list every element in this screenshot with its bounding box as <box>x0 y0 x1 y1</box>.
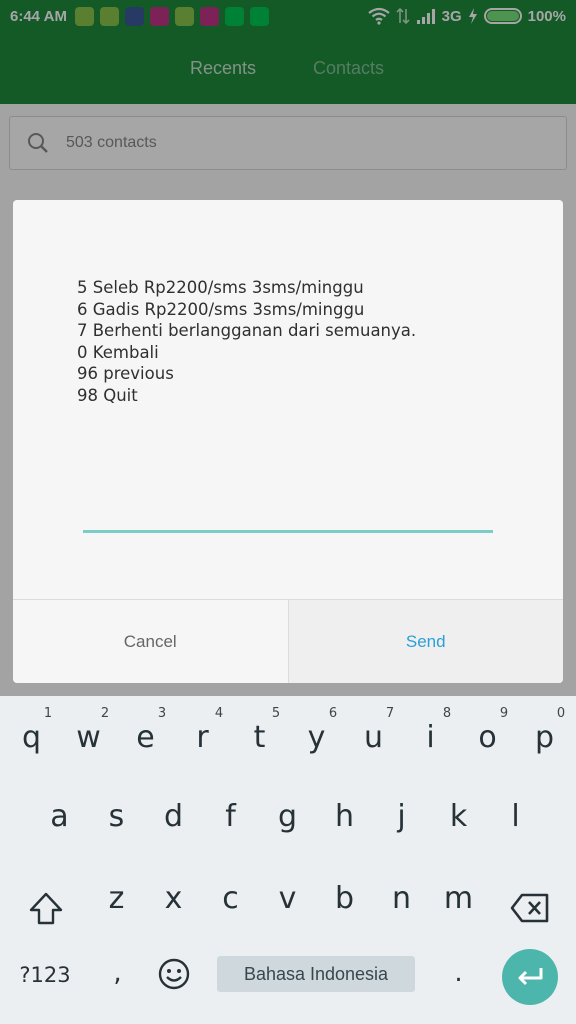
key-hint: 9 <box>499 706 509 721</box>
key-f[interactable]: f <box>202 799 259 835</box>
key-h[interactable]: h <box>316 799 373 835</box>
key-e[interactable]: e <box>117 720 174 756</box>
emoji-icon <box>158 958 189 990</box>
message-line: 6 Gadis Rp2200/sms 3sms/minggu <box>77 299 365 319</box>
key-t[interactable]: t <box>231 720 288 756</box>
key-hint: 8 <box>442 706 452 721</box>
key-r[interactable]: r <box>174 720 231 756</box>
backspace-key[interactable] <box>501 892 558 933</box>
key-u[interactable]: u <box>345 720 402 756</box>
key-j[interactable]: j <box>373 799 430 835</box>
key-m[interactable]: m <box>430 881 487 917</box>
backspace-icon <box>510 893 548 923</box>
enter-key[interactable] <box>502 949 558 1005</box>
key-w[interactable]: w <box>60 720 117 756</box>
key-a[interactable]: a <box>31 799 88 835</box>
space-key[interactable]: Bahasa Indonesia <box>217 956 415 992</box>
symbols-key[interactable]: ?123 <box>12 963 78 987</box>
send-button[interactable]: Send <box>288 600 563 683</box>
enter-icon <box>518 968 543 986</box>
key-x[interactable]: x <box>145 881 202 917</box>
key-y[interactable]: y <box>288 720 345 756</box>
period-key[interactable]: . <box>430 958 487 988</box>
key-v[interactable]: v <box>259 881 316 917</box>
key-q[interactable]: q <box>3 720 60 756</box>
dialog-message: 5 Seleb Rp2200/sms 3sms/minggu 6 Gadis R… <box>77 277 537 406</box>
reply-input[interactable] <box>83 530 493 533</box>
message-line: 5 Seleb Rp2200/sms 3sms/minggu <box>77 278 364 297</box>
message-line: 0 Kembali <box>77 342 159 362</box>
key-o[interactable]: o <box>459 720 516 756</box>
key-b[interactable]: b <box>316 881 373 917</box>
key-d[interactable]: d <box>145 799 202 835</box>
key-hint: 3 <box>157 706 167 721</box>
comma-key[interactable]: , <box>89 958 146 988</box>
key-i[interactable]: i <box>402 720 459 756</box>
dialog-actions: Cancel Send <box>13 599 563 683</box>
emoji-key[interactable] <box>145 958 202 994</box>
shift-icon <box>29 892 62 925</box>
message-line: 96 previous <box>77 364 174 383</box>
key-hint: 5 <box>271 706 281 721</box>
ussd-dialog: 5 Seleb Rp2200/sms 3sms/minggu 6 Gadis R… <box>13 200 563 683</box>
key-hint: 6 <box>328 706 338 721</box>
key-hint: 1 <box>43 706 53 721</box>
message-line: 98 Quit <box>77 385 138 405</box>
key-n[interactable]: n <box>373 881 430 917</box>
key-hint: 4 <box>214 706 224 721</box>
key-k[interactable]: k <box>430 799 487 835</box>
message-line: 7 Berhenti berlangganan dari semuanya. <box>77 321 417 340</box>
key-l[interactable]: l <box>487 799 544 835</box>
key-z[interactable]: z <box>88 881 145 917</box>
cancel-button[interactable]: Cancel <box>13 600 289 683</box>
shift-key[interactable] <box>17 892 74 935</box>
key-hint: 2 <box>100 706 110 721</box>
key-s[interactable]: s <box>88 799 145 835</box>
key-p[interactable]: p <box>516 720 573 756</box>
key-c[interactable]: c <box>202 881 259 917</box>
key-hint: 0 <box>556 706 566 721</box>
keyboard: Bahasa Indonesia ?123 , . qwertyuiop 1 2 3 4… <box>0 696 576 1024</box>
key-hint: 7 <box>385 706 395 721</box>
key-g[interactable]: g <box>259 799 316 835</box>
